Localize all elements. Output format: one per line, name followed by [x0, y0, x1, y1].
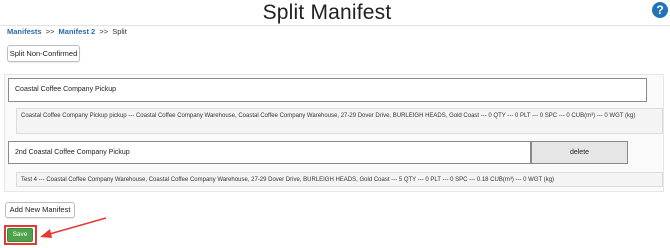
annotation-arrow-icon: [40, 217, 107, 238]
